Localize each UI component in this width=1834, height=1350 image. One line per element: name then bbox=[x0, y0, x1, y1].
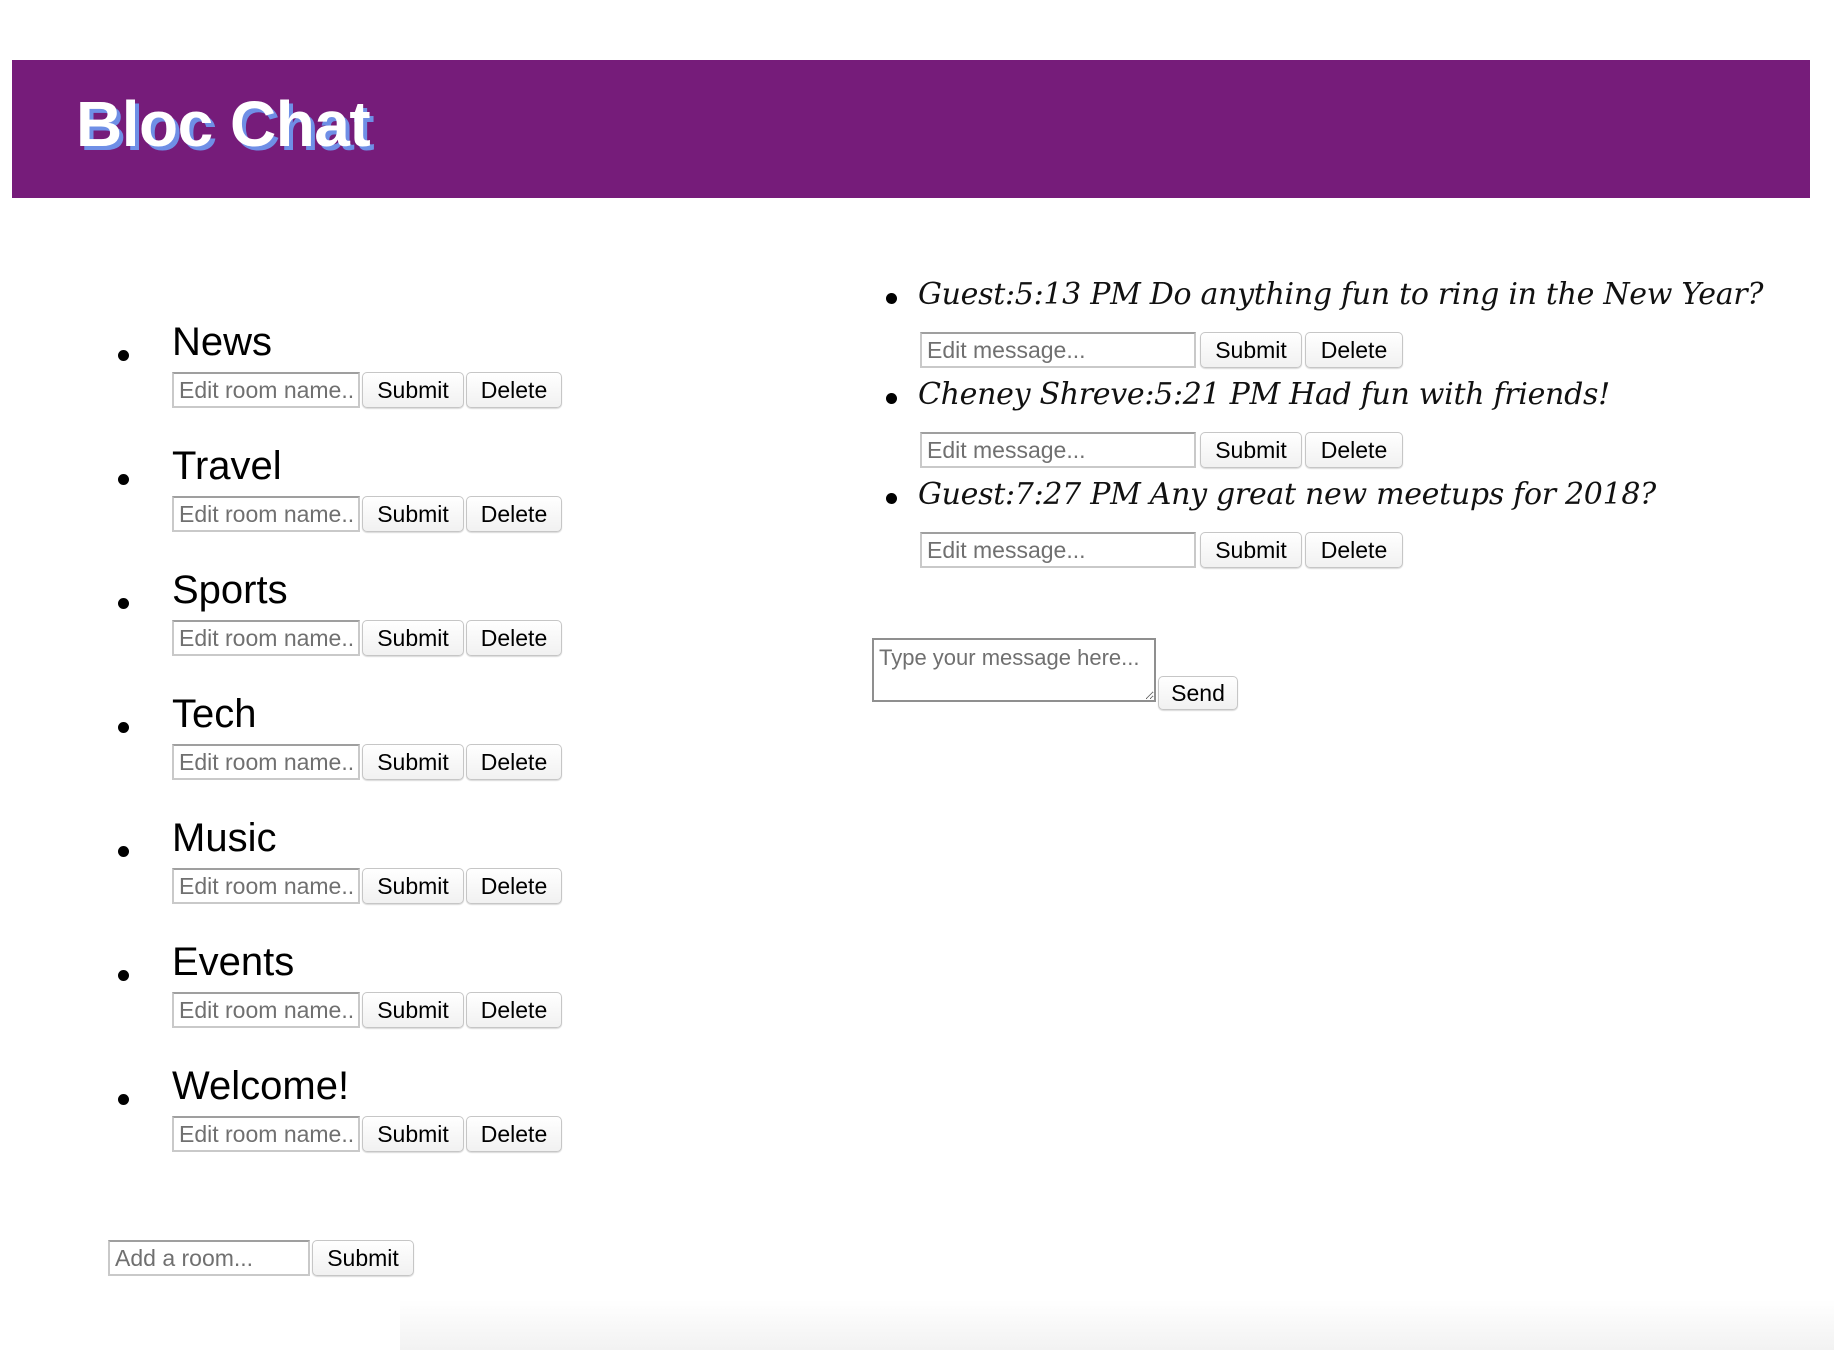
message-submit-button[interactable]: Submit bbox=[1200, 532, 1302, 568]
room-delete-button[interactable]: Delete bbox=[466, 620, 562, 656]
message-delete-button[interactable]: Delete bbox=[1305, 532, 1403, 568]
app-header: Bloc Chat bbox=[12, 60, 1810, 198]
message-item: Guest:5:13 PM Do anything fun to ring in… bbox=[0, 268, 1834, 368]
room-name[interactable]: Tech bbox=[172, 690, 257, 738]
room-name[interactable]: Sports bbox=[172, 566, 288, 614]
room-name[interactable]: Events bbox=[172, 938, 294, 986]
room-delete-button[interactable]: Delete bbox=[466, 1116, 562, 1152]
room-delete-button[interactable]: Delete bbox=[466, 744, 562, 780]
bullet-icon bbox=[886, 493, 897, 504]
message-item: Guest:7:27 PM Any great new meetups for … bbox=[0, 468, 1834, 568]
add-room-input[interactable] bbox=[108, 1240, 310, 1276]
message-text: Cheney Shreve:5:21 PM Had fun with frien… bbox=[918, 377, 1610, 412]
room-item: Events Submit Delete bbox=[0, 938, 700, 1062]
message-submit-button[interactable]: Submit bbox=[1200, 332, 1302, 368]
bullet-icon bbox=[886, 393, 897, 404]
room-submit-button[interactable]: Submit bbox=[362, 868, 464, 904]
message-text: Guest:5:13 PM Do anything fun to ring in… bbox=[918, 277, 1764, 312]
room-name[interactable]: Music bbox=[172, 814, 276, 862]
room-submit-button[interactable]: Submit bbox=[362, 620, 464, 656]
send-button[interactable]: Send bbox=[1158, 676, 1238, 710]
room-name[interactable]: Welcome! bbox=[172, 1062, 349, 1110]
room-item: Music Submit Delete bbox=[0, 814, 700, 938]
edit-message-input[interactable] bbox=[920, 532, 1196, 568]
bullet-icon bbox=[118, 846, 129, 857]
bottom-shade bbox=[400, 1300, 1834, 1350]
room-submit-button[interactable]: Submit bbox=[362, 744, 464, 780]
edit-room-name-input[interactable] bbox=[172, 992, 360, 1028]
app-title: Bloc Chat bbox=[76, 88, 371, 160]
edit-room-name-input[interactable] bbox=[172, 1116, 360, 1152]
message-delete-button[interactable]: Delete bbox=[1305, 332, 1403, 368]
room-item: Tech Submit Delete bbox=[0, 690, 700, 814]
room-delete-button[interactable]: Delete bbox=[466, 992, 562, 1028]
room-item: Welcome! Submit Delete bbox=[0, 1062, 700, 1186]
bullet-icon bbox=[118, 970, 129, 981]
edit-room-name-input[interactable] bbox=[172, 744, 360, 780]
message-submit-button[interactable]: Submit bbox=[1200, 432, 1302, 468]
room-submit-button[interactable]: Submit bbox=[362, 1116, 464, 1152]
edit-message-input[interactable] bbox=[920, 432, 1196, 468]
edit-message-input[interactable] bbox=[920, 332, 1196, 368]
bullet-icon bbox=[118, 598, 129, 609]
bullet-icon bbox=[886, 293, 897, 304]
room-item: Sports Submit Delete bbox=[0, 566, 700, 690]
edit-room-name-input[interactable] bbox=[172, 620, 360, 656]
add-room-submit-button[interactable]: Submit bbox=[312, 1240, 414, 1276]
new-message-textarea[interactable] bbox=[872, 638, 1156, 702]
message-delete-button[interactable]: Delete bbox=[1305, 432, 1403, 468]
room-delete-button[interactable]: Delete bbox=[466, 868, 562, 904]
bullet-icon bbox=[118, 722, 129, 733]
message-text: Guest:7:27 PM Any great new meetups for … bbox=[918, 477, 1656, 512]
message-item: Cheney Shreve:5:21 PM Had fun with frien… bbox=[0, 368, 1834, 468]
edit-room-name-input[interactable] bbox=[172, 868, 360, 904]
bullet-icon bbox=[118, 1094, 129, 1105]
room-submit-button[interactable]: Submit bbox=[362, 992, 464, 1028]
